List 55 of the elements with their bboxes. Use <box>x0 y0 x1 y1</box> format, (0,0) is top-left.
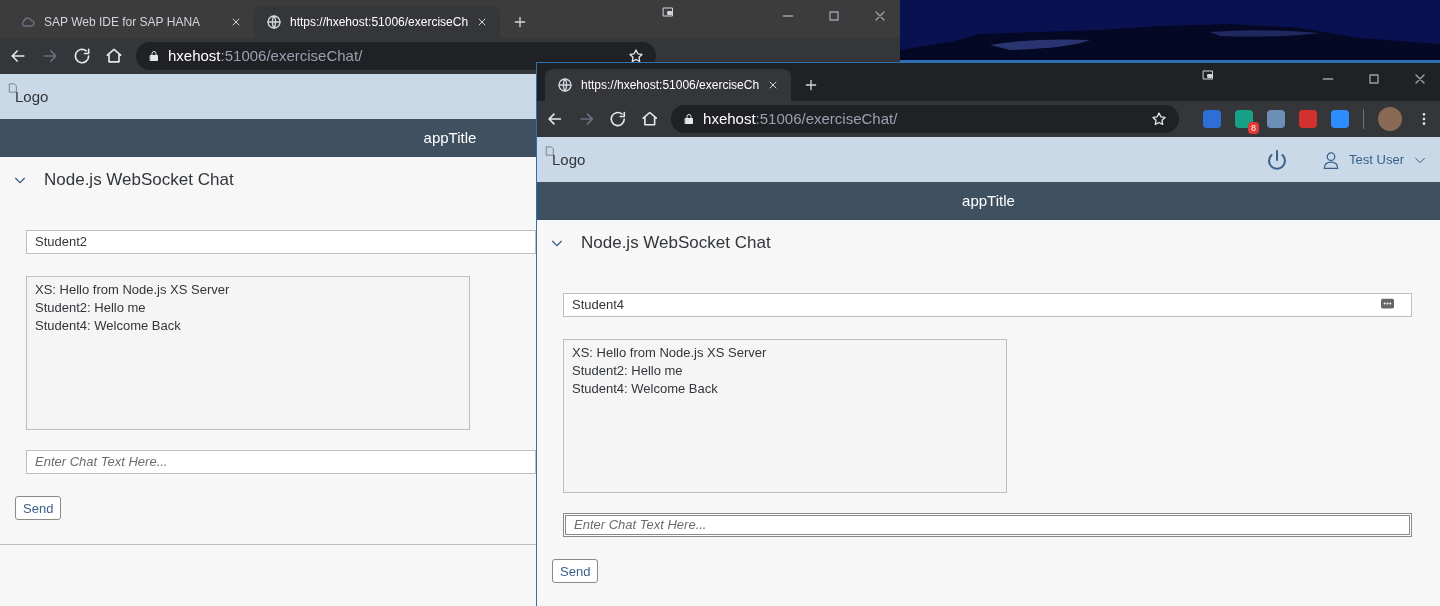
url-text: hxehost:51006/exerciseChat/ <box>703 108 898 129</box>
window-icon <box>660 6 676 18</box>
browser-tab[interactable]: https://hxehost:51006/exerciseCh <box>254 6 500 38</box>
globe-icon <box>557 77 573 93</box>
close-icon[interactable] <box>767 79 779 91</box>
url-text: hxehost:51006/exerciseChat/ <box>168 45 363 66</box>
star-icon[interactable] <box>628 48 644 64</box>
reload-icon[interactable] <box>72 46 92 66</box>
close-icon[interactable] <box>476 16 488 28</box>
extension-icon[interactable] <box>1235 110 1253 128</box>
tab-title: SAP Web IDE for SAP HANA <box>44 14 202 31</box>
chat-message: Student2: Hello me <box>572 361 684 380</box>
chat-field[interactable]: Enter Chat Text Here... <box>563 512 1412 537</box>
chat-message: Student4: Welcome Back <box>35 316 182 335</box>
avatar[interactable] <box>1378 107 1402 131</box>
chat-message: Student4: Welcome Back <box>572 379 719 398</box>
home-icon[interactable] <box>104 46 124 66</box>
broken-image-icon <box>545 145 555 157</box>
address-bar[interactable]: hxehost:51006/exerciseChat/ <box>671 105 1179 133</box>
address-bar[interactable]: hxehost:51006/exerciseChat/ <box>136 42 656 70</box>
panel-title: Node.js WebSocket Chat <box>581 232 771 255</box>
more-icon[interactable] <box>1381 298 1394 309</box>
globe-icon <box>266 14 282 30</box>
tab-title: https://hxehost:51006/exerciseCh <box>290 14 468 31</box>
extension-icon[interactable] <box>1331 110 1349 128</box>
lock-icon <box>683 113 696 125</box>
maximize-icon[interactable] <box>826 8 842 24</box>
plus-icon[interactable] <box>512 14 528 30</box>
chat-message: XS: Hello from Node.js XS Server <box>572 343 768 362</box>
plus-icon[interactable] <box>803 77 819 93</box>
name-field[interactable]: Student2 <box>26 229 536 254</box>
tab-title: https://hxehost:51006/exerciseCh <box>581 77 759 94</box>
logo-alt-text: Logo <box>552 150 586 170</box>
send-button[interactable]: Send <box>552 559 599 584</box>
panel-title: Node.js WebSocket Chat <box>44 169 234 192</box>
lock-icon <box>148 50 160 62</box>
maximize-icon[interactable] <box>1366 71 1382 87</box>
browser-tab[interactable]: SAP Web IDE for SAP HANA <box>8 6 254 38</box>
app-title: appTitle <box>962 190 1015 211</box>
close-icon[interactable] <box>230 16 242 28</box>
chat-message: Student2: Hello me <box>35 298 147 317</box>
window-icon <box>1200 69 1216 81</box>
name-field[interactable]: Student4 <box>563 292 1412 317</box>
send-button[interactable]: Send <box>15 496 62 521</box>
logo-alt-text: Logo <box>15 87 49 107</box>
reload-icon[interactable] <box>608 109 628 129</box>
star-icon[interactable] <box>1151 111 1167 127</box>
chat-message: XS: Hello from Node.js XS Server <box>35 280 231 299</box>
user-menu[interactable]: Test User <box>1321 149 1428 170</box>
chat-field[interactable]: Enter Chat Text Here... <box>26 449 536 474</box>
extension-icon[interactable] <box>1267 110 1285 128</box>
browser-tab[interactable]: https://hxehost:51006/exerciseCh <box>545 69 791 101</box>
app-title: appTitle <box>423 127 477 148</box>
broken-image-icon <box>8 82 18 94</box>
badge: 8 <box>1248 122 1259 134</box>
